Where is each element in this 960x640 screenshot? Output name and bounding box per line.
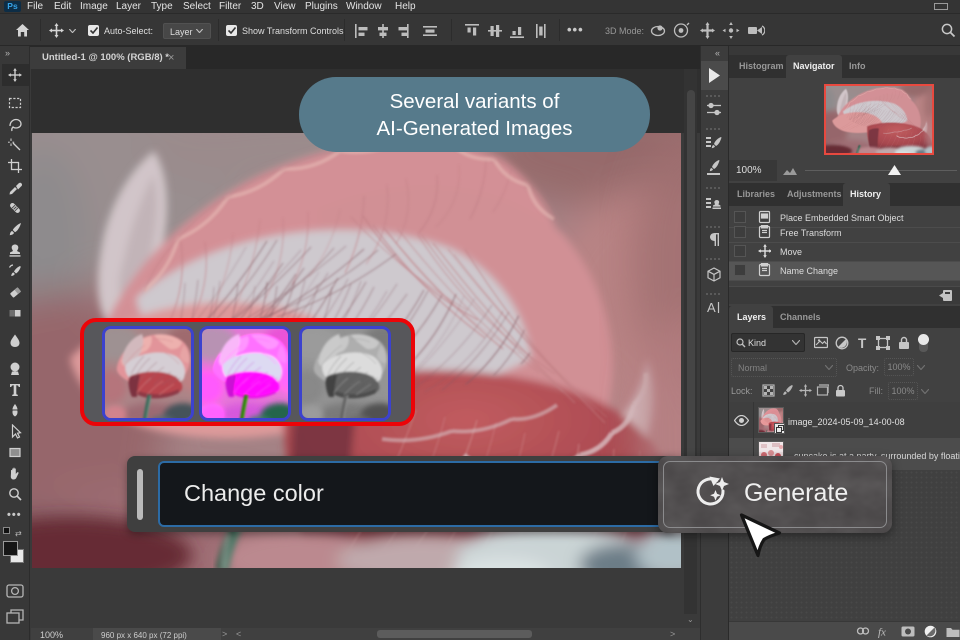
svg-text:fx: fx [878, 627, 886, 639]
svg-text:T: T [858, 336, 867, 350]
svg-text:A: A [707, 300, 716, 315]
